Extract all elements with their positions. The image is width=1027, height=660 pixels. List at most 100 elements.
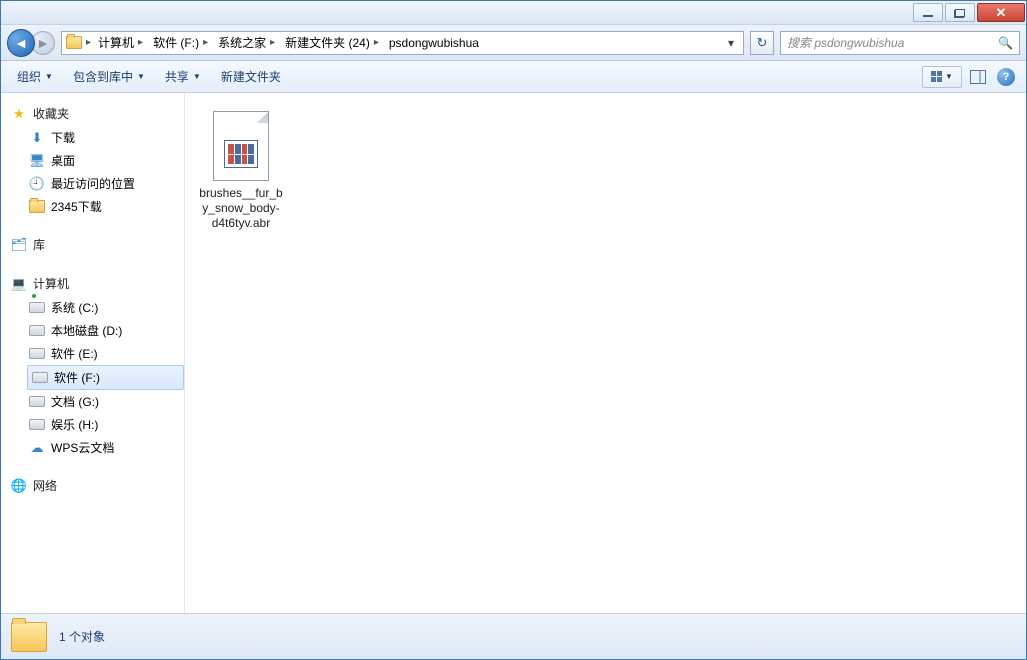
search-placeholder: 搜索 psdongwubishua bbox=[787, 34, 904, 51]
recent-icon: 🕘 bbox=[29, 176, 45, 192]
sidebar-group-computer[interactable]: 💻 计算机 bbox=[11, 271, 184, 296]
sidebar-group-network[interactable]: 🌐 网络 bbox=[11, 473, 184, 498]
abr-file-icon bbox=[213, 111, 269, 181]
network-icon: 🌐 bbox=[11, 478, 27, 494]
chevron-down-icon: ▼ bbox=[137, 72, 145, 81]
toolbar-right: ▼ ? bbox=[922, 66, 1018, 88]
chevron-down-icon: ▼ bbox=[45, 72, 53, 81]
sidebar-item-drive-c[interactable]: 系统 (C:) bbox=[11, 296, 184, 319]
item-label: 下载 bbox=[51, 129, 75, 146]
refresh-button[interactable]: ↻ bbox=[750, 31, 774, 55]
address-dropdown[interactable]: ▾ bbox=[723, 36, 739, 50]
help-button[interactable]: ? bbox=[994, 66, 1018, 88]
item-label: 系统 (C:) bbox=[51, 299, 98, 316]
drive-icon bbox=[29, 346, 45, 362]
group-label: 计算机 bbox=[33, 275, 69, 292]
computer-icon: 💻 bbox=[11, 276, 27, 292]
breadcrumb-folder-1[interactable]: 系统之家▸ bbox=[215, 34, 278, 51]
minimize-button[interactable] bbox=[913, 3, 943, 22]
chevron-right-icon: ▸ bbox=[203, 37, 208, 48]
breadcrumb-folder-2[interactable]: 新建文件夹 (24) ▸ bbox=[282, 34, 382, 51]
organize-button[interactable]: 组织▼ bbox=[9, 65, 61, 88]
sidebar-item-drive-e[interactable]: 软件 (E:) bbox=[11, 342, 184, 365]
address-row: ◄ ► ▸ 计算机▸ 软件 (F:)▸ 系统之家▸ 新建文件夹 (24)▸ ps… bbox=[1, 25, 1026, 61]
back-button[interactable]: ◄ bbox=[7, 29, 35, 57]
content-pane[interactable]: brushes__fur_by_snow_body-d4t6tyv.abr bbox=[185, 93, 1026, 613]
file-item[interactable]: brushes__fur_by_snow_body-d4t6tyv.abr bbox=[195, 107, 287, 235]
include-in-library-button[interactable]: 包含到库中 ▼ bbox=[65, 65, 153, 88]
explorer-window: ✕ ◄ ► ▸ 计算机▸ 软件 (F:)▸ 系统之家▸ 新建文件夹 (24)▸ … bbox=[0, 0, 1027, 660]
tiles-icon bbox=[931, 71, 942, 82]
item-label: 文档 (G:) bbox=[51, 393, 99, 410]
desktop-icon: 🖥 bbox=[29, 153, 45, 169]
breadcrumb-label: 新建文件夹 (24) bbox=[285, 34, 370, 51]
group-label: 库 bbox=[33, 236, 45, 253]
drive-icon bbox=[29, 417, 45, 433]
sidebar-item-2345-downloads[interactable]: 2345下载 bbox=[11, 195, 184, 218]
item-label: 娱乐 (H:) bbox=[51, 416, 98, 433]
item-label: WPS云文档 bbox=[51, 439, 114, 456]
folder-icon bbox=[66, 35, 82, 51]
status-text: 1 个对象 bbox=[59, 628, 105, 645]
drive-icon bbox=[32, 370, 48, 386]
item-label: 软件 (E:) bbox=[51, 345, 98, 362]
button-label: 共享 bbox=[165, 68, 189, 85]
address-bar[interactable]: ▸ 计算机▸ 软件 (F:)▸ 系统之家▸ 新建文件夹 (24)▸ psdong… bbox=[61, 31, 744, 55]
breadcrumb-computer[interactable]: 计算机 ▸ bbox=[95, 34, 146, 51]
folder-icon bbox=[11, 622, 47, 652]
chevron-right-icon: ▸ bbox=[86, 37, 91, 48]
close-button[interactable]: ✕ bbox=[977, 3, 1025, 22]
sidebar-item-wps-cloud[interactable]: ☁ WPS云文档 bbox=[11, 436, 184, 459]
item-label: 2345下载 bbox=[51, 198, 102, 215]
search-input[interactable]: 搜索 psdongwubishua 🔍 bbox=[780, 31, 1020, 55]
breadcrumb-folder-3[interactable]: psdongwubishua bbox=[386, 36, 482, 50]
folder-icon bbox=[29, 199, 45, 215]
drive-icon bbox=[29, 323, 45, 339]
maximize-button[interactable] bbox=[945, 3, 975, 22]
view-mode-button[interactable]: ▼ bbox=[922, 66, 962, 88]
sidebar-item-desktop[interactable]: 🖥 桌面 bbox=[11, 149, 184, 172]
sidebar-item-drive-g[interactable]: 文档 (G:) bbox=[11, 390, 184, 413]
group-label: 收藏夹 bbox=[33, 105, 69, 122]
help-icon: ? bbox=[997, 68, 1015, 86]
titlebar: ✕ bbox=[1, 1, 1026, 25]
item-label: 软件 (F:) bbox=[54, 369, 100, 386]
drive-icon bbox=[29, 300, 45, 316]
navigation-pane: ★收藏夹 ⬇下载 🖥桌面 🕘最近访问的位置 2345下载 🗂库 💻计算机 系统 … bbox=[1, 93, 185, 613]
chevron-down-icon: ▼ bbox=[945, 72, 953, 81]
sidebar-item-drive-d[interactable]: 本地磁盘 (D:) bbox=[11, 319, 184, 342]
preview-pane-button[interactable] bbox=[966, 66, 990, 88]
button-label: 新建文件夹 bbox=[221, 68, 281, 85]
sidebar-group-libraries[interactable]: 🗂库 bbox=[11, 232, 184, 257]
search-icon: 🔍 bbox=[998, 36, 1013, 50]
library-icon: 🗂 bbox=[11, 237, 27, 253]
chevron-right-icon: ▸ bbox=[374, 37, 379, 48]
new-folder-button[interactable]: 新建文件夹 bbox=[213, 65, 289, 88]
cloud-icon: ☁ bbox=[29, 440, 45, 456]
breadcrumb-label: 计算机 bbox=[98, 34, 134, 51]
item-label: 桌面 bbox=[51, 152, 75, 169]
breadcrumb-label: psdongwubishua bbox=[389, 36, 479, 50]
button-label: 包含到库中 bbox=[73, 68, 133, 85]
share-button[interactable]: 共享 ▼ bbox=[157, 65, 209, 88]
breadcrumb-label: 系统之家 bbox=[218, 34, 266, 51]
sidebar-item-drive-f[interactable]: 软件 (F:) bbox=[27, 365, 184, 390]
group-label: 网络 bbox=[33, 477, 57, 494]
star-icon: ★ bbox=[11, 106, 27, 122]
item-label: 最近访问的位置 bbox=[51, 175, 135, 192]
sidebar-item-downloads[interactable]: ⬇ 下载 bbox=[11, 126, 184, 149]
nav-buttons: ◄ ► bbox=[7, 29, 55, 57]
drive-icon bbox=[29, 394, 45, 410]
sidebar-group-favorites[interactable]: ★ 收藏夹 bbox=[11, 101, 184, 126]
body: ★收藏夹 ⬇下载 🖥桌面 🕘最近访问的位置 2345下载 🗂库 💻计算机 系统 … bbox=[1, 93, 1026, 613]
sidebar-item-recent[interactable]: 🕘 最近访问的位置 bbox=[11, 172, 184, 195]
file-label: brushes__fur_by_snow_body-d4t6tyv.abr bbox=[199, 186, 283, 231]
chevron-down-icon: ▼ bbox=[193, 72, 201, 81]
preview-pane-icon bbox=[970, 70, 986, 84]
status-bar: 1 个对象 bbox=[1, 613, 1026, 659]
chevron-right-icon: ▸ bbox=[138, 37, 143, 48]
sidebar-item-drive-h[interactable]: 娱乐 (H:) bbox=[11, 413, 184, 436]
breadcrumb-drive-f[interactable]: 软件 (F:)▸ bbox=[150, 34, 211, 51]
toolbar: 组织▼ 包含到库中 ▼ 共享 ▼ 新建文件夹 ▼ ? bbox=[1, 61, 1026, 93]
download-icon: ⬇ bbox=[29, 130, 45, 146]
